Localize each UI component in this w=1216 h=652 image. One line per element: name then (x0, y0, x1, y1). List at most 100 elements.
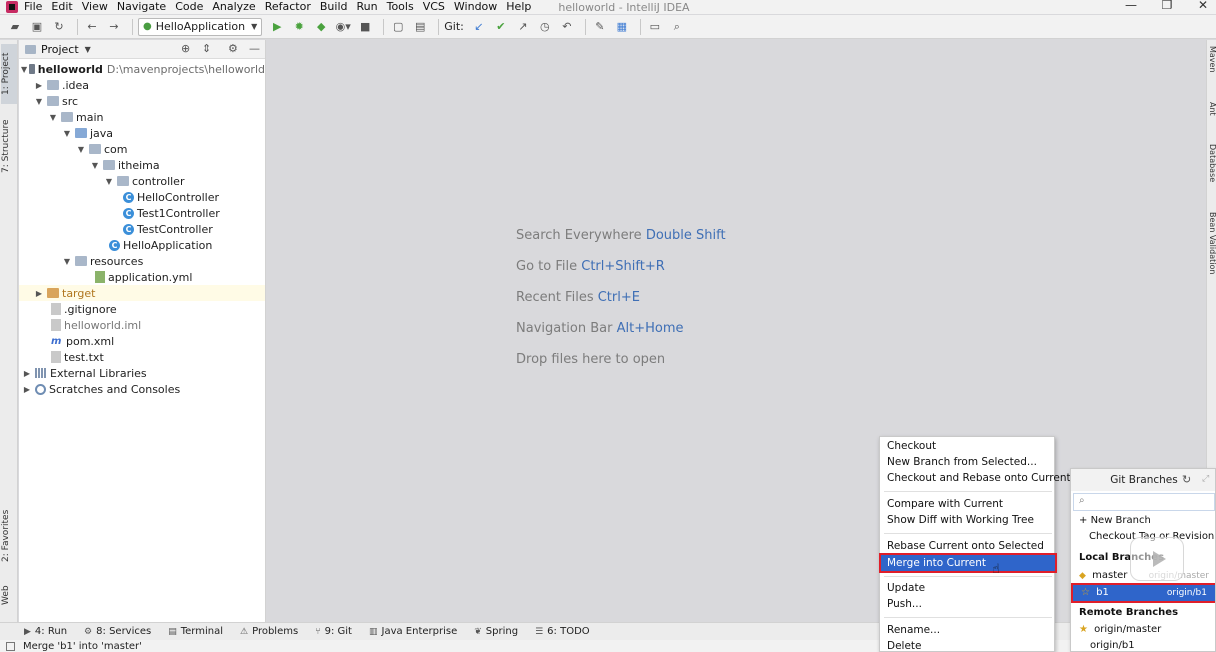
tool-tab-spring[interactable]: ❦ Spring (474, 626, 518, 637)
tree-node-main[interactable]: ▼ main (19, 109, 265, 125)
new-branch-action[interactable]: + New Branch (1071, 513, 1215, 529)
menu-refactor[interactable]: Refactor (265, 0, 311, 14)
collapse-arrow-icon[interactable]: ▶ (21, 369, 33, 378)
project-structure-icon[interactable]: ▤ (411, 18, 429, 36)
menu-view[interactable]: View (82, 0, 108, 14)
expand-arrow-icon[interactable]: ▼ (61, 257, 73, 266)
tree-node-scratches[interactable]: ▶ Scratches and Consoles (19, 381, 265, 397)
git-push-icon[interactable]: ↗ (514, 18, 532, 36)
tree-node-target[interactable]: ▶ target (19, 285, 265, 301)
coverage-icon[interactable]: ◆ (312, 18, 330, 36)
menu-tools[interactable]: Tools (387, 0, 414, 14)
open-folder-icon[interactable]: ▰ (6, 18, 24, 36)
tree-node-resources[interactable]: ▼ resources (19, 253, 265, 269)
tree-node-helloapplication[interactable]: C HelloApplication (19, 237, 265, 253)
git-rollback-icon[interactable]: ↶ (558, 18, 576, 36)
menu-item-compare-with-current[interactable]: Compare with Current (881, 496, 1055, 512)
local-branch-b1[interactable]: ☆ b1 origin/b1 (1071, 583, 1215, 603)
profile-icon[interactable]: ◉▾ (334, 18, 352, 36)
tool-tab-problems[interactable]: ⚠ Problems (240, 626, 298, 637)
collapse-all-icon[interactable]: ⇕ (202, 42, 211, 55)
tab-structure[interactable]: 7: Structure (1, 112, 17, 180)
tree-node-test-txt[interactable]: test.txt (19, 349, 265, 365)
search-icon[interactable]: ⌕ (668, 18, 686, 36)
expand-arrow-icon[interactable]: ▼ (89, 161, 101, 170)
gear-icon[interactable]: ⚙ (228, 42, 238, 55)
expand-arrow-icon[interactable]: ▼ (33, 97, 45, 106)
close-icon[interactable]: ✕ (1188, 0, 1216, 12)
save-all-icon[interactable]: ▣ (28, 18, 46, 36)
menu-help[interactable]: Help (506, 0, 531, 14)
tool-tab-todo[interactable]: ☰ 6: TODO (535, 626, 590, 637)
menu-item-show-diff[interactable]: Show Diff with Working Tree (881, 512, 1055, 528)
menu-run[interactable]: Run (357, 0, 378, 14)
tree-node-idea[interactable]: ▶ .idea (19, 77, 265, 93)
menu-item-update[interactable]: Update (881, 580, 1055, 596)
refresh-icon[interactable]: ↻ (1182, 473, 1191, 486)
tree-node-test1controller[interactable]: C Test1Controller (19, 205, 265, 221)
menu-edit[interactable]: Edit (51, 0, 72, 14)
expand-arrow-icon[interactable]: ▼ (75, 145, 87, 154)
run-icon[interactable]: ▶ (268, 18, 286, 36)
presentation-icon[interactable]: ▭ (646, 18, 664, 36)
tree-node-java[interactable]: ▼ java (19, 125, 265, 141)
build-project-icon[interactable]: ▢ (389, 18, 407, 36)
sync-icon[interactable]: ↻ (50, 18, 68, 36)
tree-node-com[interactable]: ▼ com (19, 141, 265, 157)
menu-item-checkout[interactable]: Checkout (881, 438, 1055, 454)
tab-web[interactable]: Web (1, 580, 17, 610)
git-update-icon[interactable]: ↙ (470, 18, 488, 36)
tree-node-external-libraries[interactable]: ▶ External Libraries (19, 365, 265, 381)
menu-item-checkout-and-rebase[interactable]: Checkout and Rebase onto Current (881, 470, 1071, 486)
tree-node-gitignore[interactable]: .gitignore (19, 301, 265, 317)
tree-node-helloworld[interactable]: ▼ helloworld D:\mavenprojects\helloworld (19, 61, 265, 77)
menu-item-delete[interactable]: Delete (881, 638, 1055, 652)
tool-tab-git[interactable]: ⑂ 9: Git (315, 626, 352, 637)
expand-arrow-icon[interactable]: ▼ (103, 177, 115, 186)
menu-item-new-branch-from-selected[interactable]: New Branch from Selected... (881, 454, 1055, 470)
menu-item-rename[interactable]: Rename... (881, 622, 1055, 638)
tool-tab-run[interactable]: ▶ 4: Run (24, 626, 67, 637)
tree-node-pom-xml[interactable]: m pom.xml (19, 333, 265, 349)
remote-branch-origin-b1[interactable]: origin/b1 (1071, 638, 1215, 651)
favorite-star-icon[interactable]: ☆ (1081, 587, 1090, 598)
tree-node-helloworld-iml[interactable]: helloworld.iml (19, 317, 265, 333)
project-structure-folder-icon[interactable]: ▦ (613, 18, 631, 36)
tree-node-application-yml[interactable]: application.yml (19, 269, 265, 285)
hide-panel-icon[interactable]: — (249, 42, 260, 55)
forward-icon[interactable]: → (105, 18, 123, 36)
back-icon[interactable]: ← (83, 18, 101, 36)
collapse-arrow-icon[interactable]: ▶ (21, 385, 33, 394)
expand-arrow-icon[interactable]: ▼ (21, 65, 27, 74)
menu-code[interactable]: Code (175, 0, 203, 14)
menu-vcs[interactable]: VCS (423, 0, 445, 14)
locate-target-icon[interactable]: ⊕ (181, 42, 190, 55)
tab-maven[interactable]: Maven (1205, 46, 1216, 90)
tree-node-src[interactable]: ▼ src (19, 93, 265, 109)
branch-search-input[interactable]: ⌕ (1073, 493, 1215, 511)
menu-item-push[interactable]: Push... (881, 596, 1055, 612)
tool-tab-services[interactable]: ⚙ 8: Services (84, 626, 151, 637)
menu-analyze[interactable]: Analyze (212, 0, 255, 14)
tree-node-hellocontroller[interactable]: C HelloController (19, 189, 265, 205)
collapse-arrow-icon[interactable]: ▶ (33, 81, 45, 90)
collapse-arrow-icon[interactable]: ▶ (33, 289, 45, 298)
chevron-down-icon[interactable]: ▼ (85, 45, 91, 54)
restore-icon[interactable]: ❐ (1152, 0, 1182, 12)
menu-item-rebase-current-onto-selected[interactable]: Rebase Current onto Selected (881, 538, 1055, 554)
menu-navigate[interactable]: Navigate (117, 0, 166, 14)
menu-file[interactable]: File (24, 0, 42, 14)
tab-ant[interactable]: Ant (1205, 102, 1216, 132)
tab-bean-validation[interactable]: Bean Validation (1205, 212, 1216, 292)
tool-tab-terminal[interactable]: ▤ Terminal (168, 626, 223, 637)
tree-node-controller[interactable]: ▼ controller (19, 173, 265, 189)
minimize-icon[interactable]: — (1116, 0, 1146, 12)
favorite-star-icon[interactable]: ★ (1079, 624, 1088, 635)
project-view-selector[interactable]: Project (41, 43, 79, 56)
status-toggle-icon[interactable] (6, 641, 15, 651)
settings-wrench-icon[interactable]: ✎ (591, 18, 609, 36)
tab-project[interactable]: 1: Project (1, 44, 17, 104)
debug-icon[interactable]: ✹ (290, 18, 308, 36)
git-history-icon[interactable]: ◷ (536, 18, 554, 36)
remote-branch-origin-master[interactable]: ★ origin/master (1071, 622, 1215, 638)
